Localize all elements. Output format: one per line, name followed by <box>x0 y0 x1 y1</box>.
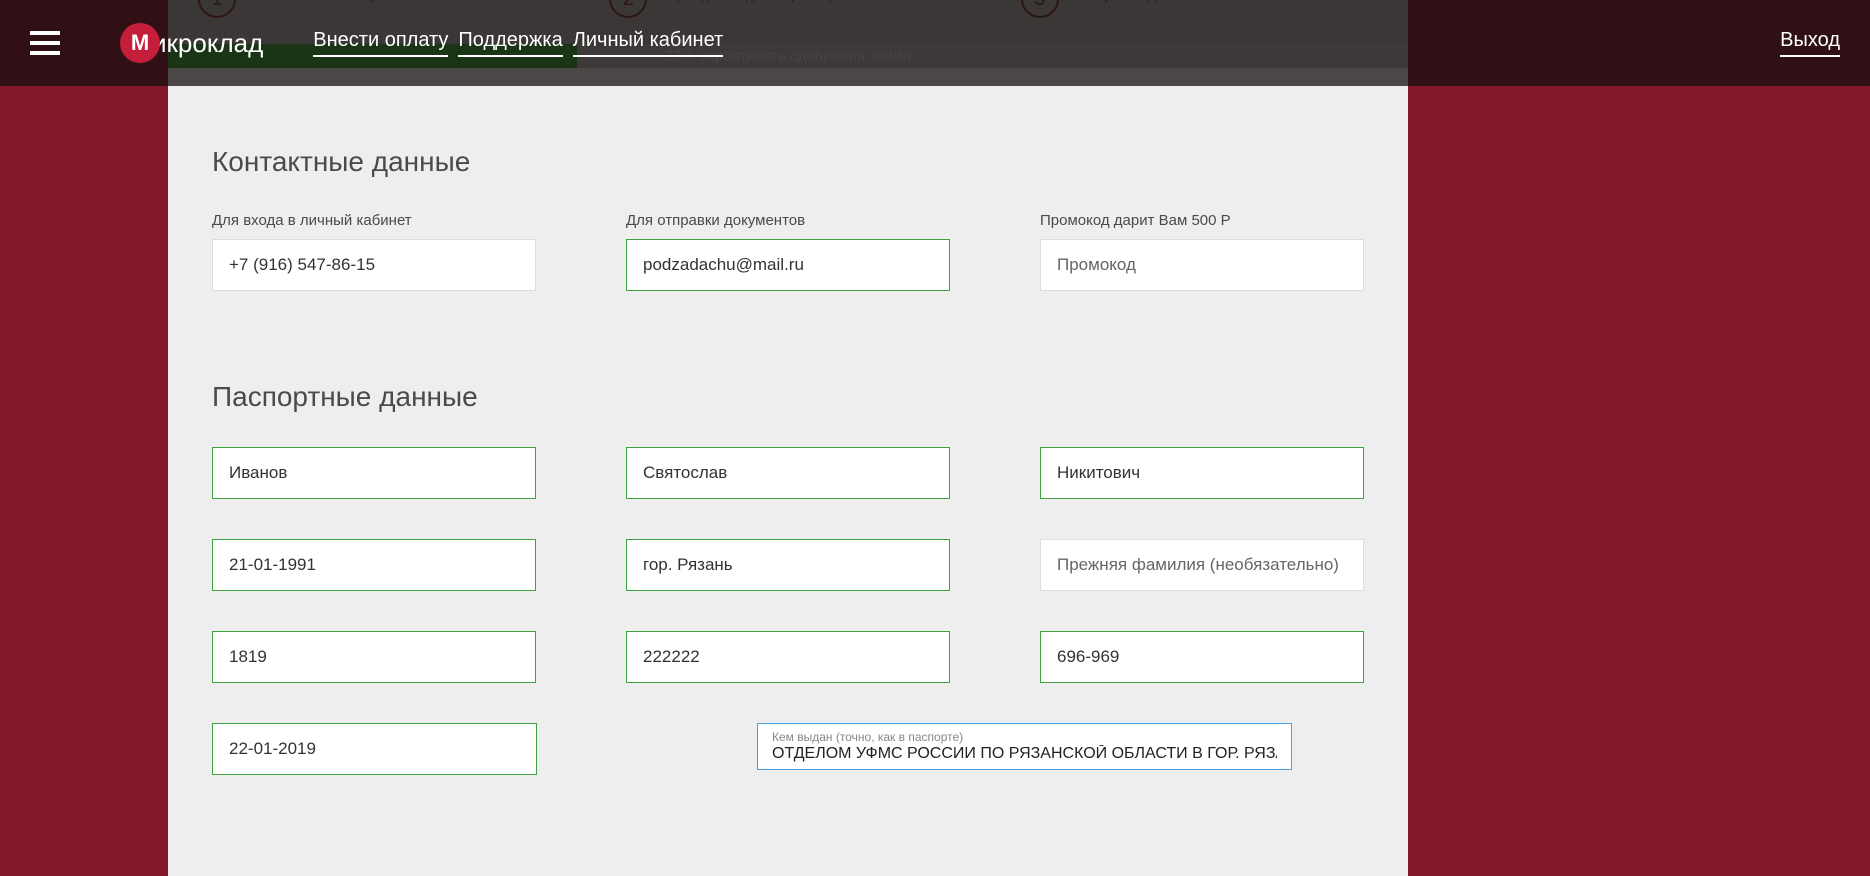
nav-links: Внести оплату Поддержка Личный кабинет <box>313 29 723 57</box>
passport-number-input[interactable] <box>626 631 950 683</box>
contact-title: Контактные данные <box>212 146 1364 178</box>
logo-circle-icon: М <box>120 23 160 63</box>
firstname-input[interactable] <box>626 447 950 499</box>
main-panel: 1 Заполните анкету 2 Пройдите идентифика… <box>168 0 1408 876</box>
passport-series-input[interactable] <box>212 631 536 683</box>
passport-row-2 <box>212 539 1364 591</box>
logo[interactable]: М икроклад <box>120 23 263 63</box>
passport-section: Паспортные данные <box>212 381 1364 775</box>
passport-grid: Кем выдан (точно, как в паспорте) <box>212 447 1364 775</box>
nav-cabinet[interactable]: Личный кабинет <box>573 29 723 57</box>
menu-icon[interactable] <box>30 31 60 55</box>
email-label: Для отправки документов <box>626 212 950 229</box>
issued-by-wrapper[interactable]: Кем выдан (точно, как в паспорте) <box>757 723 1292 770</box>
passport-row-3 <box>212 631 1364 683</box>
passport-row-4: Кем выдан (точно, как в паспорте) <box>212 723 1364 775</box>
logo-text: икроклад <box>152 28 263 59</box>
promo-group: Промокод дарит Вам 500 Р <box>1040 212 1364 291</box>
issued-by-label: Кем выдан (точно, как в паспорте) <box>772 730 1277 744</box>
promo-input[interactable] <box>1040 239 1364 291</box>
phone-input[interactable] <box>212 239 536 291</box>
logout-link[interactable]: Выход <box>1780 29 1840 57</box>
birthdate-input[interactable] <box>212 539 536 591</box>
passport-row-1 <box>212 447 1364 499</box>
issue-date-input[interactable] <box>212 723 537 775</box>
contact-row: Для входа в личный кабинет Для отправки … <box>212 212 1364 291</box>
email-input[interactable] <box>626 239 950 291</box>
phone-group: Для входа в личный кабинет <box>212 212 536 291</box>
email-group: Для отправки документов <box>626 212 950 291</box>
passport-title: Паспортные данные <box>212 381 1364 413</box>
birthplace-input[interactable] <box>626 539 950 591</box>
passport-code-input[interactable] <box>1040 631 1364 683</box>
header: М икроклад Внести оплату Поддержка Личны… <box>0 0 1870 86</box>
promo-label: Промокод дарит Вам 500 Р <box>1040 212 1364 229</box>
issued-by-input[interactable] <box>772 745 1277 763</box>
patronymic-input[interactable] <box>1040 447 1364 499</box>
phone-label: Для входа в личный кабинет <box>212 212 536 229</box>
nav-support[interactable]: Поддержка <box>458 29 562 57</box>
prev-lastname-input[interactable] <box>1040 539 1364 591</box>
nav-pay[interactable]: Внести оплату <box>313 29 448 57</box>
lastname-input[interactable] <box>212 447 536 499</box>
form-container: Контактные данные Для входа в личный каб… <box>168 68 1408 815</box>
